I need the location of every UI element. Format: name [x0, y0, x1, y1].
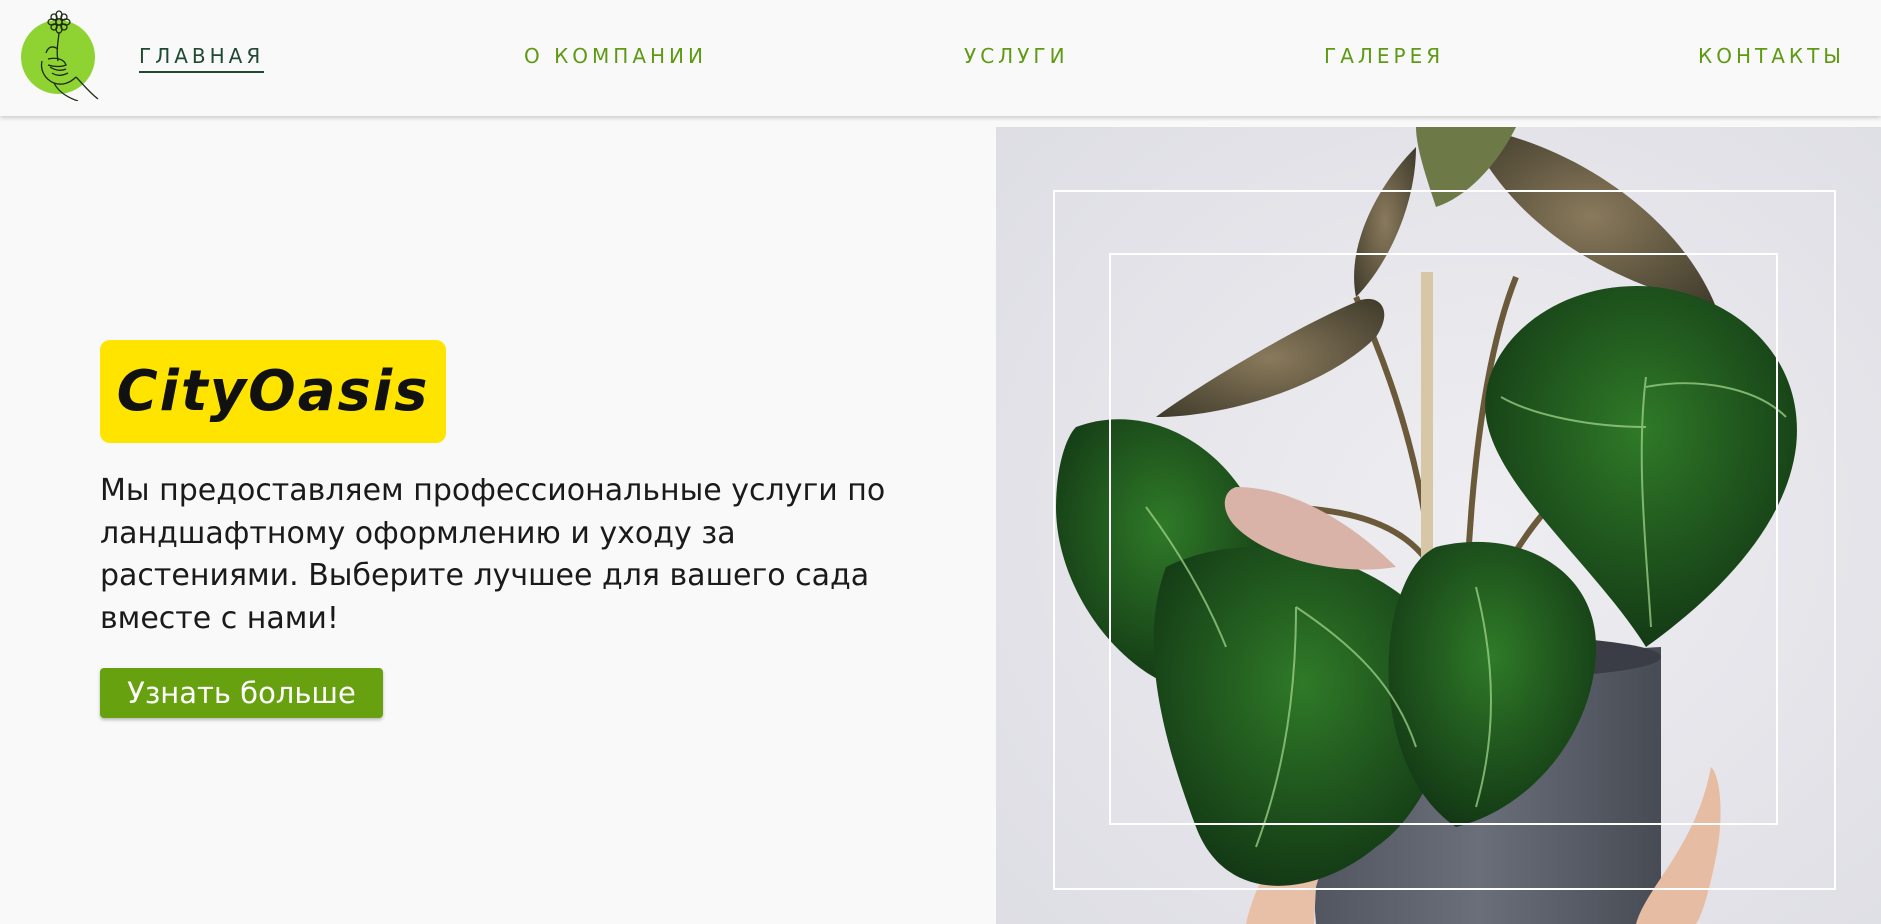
- plant-illustration: [996, 127, 1881, 924]
- logo-icon[interactable]: [18, 9, 102, 102]
- learn-more-button[interactable]: Узнать больше: [100, 668, 383, 718]
- brand-badge: CityOasis: [100, 340, 446, 443]
- nav-link-contacts[interactable]: КОНТАКТЫ: [1698, 44, 1845, 68]
- nav-link-about[interactable]: О КОМПАНИИ: [524, 44, 707, 68]
- hero-image: [996, 127, 1881, 924]
- nav-link-services[interactable]: УСЛУГИ: [964, 44, 1069, 68]
- site-header: ГЛАВНАЯ О КОМПАНИИ УСЛУГИ ГАЛЕРЕЯ КОНТАК…: [0, 0, 1881, 116]
- hero-description: Мы предоставляем профессиональные услуги…: [100, 473, 886, 636]
- nav-link-gallery[interactable]: ГАЛЕРЕЯ: [1324, 44, 1444, 68]
- nav-link-home[interactable]: ГЛАВНАЯ: [139, 44, 265, 73]
- brand-name: CityOasis: [116, 359, 430, 424]
